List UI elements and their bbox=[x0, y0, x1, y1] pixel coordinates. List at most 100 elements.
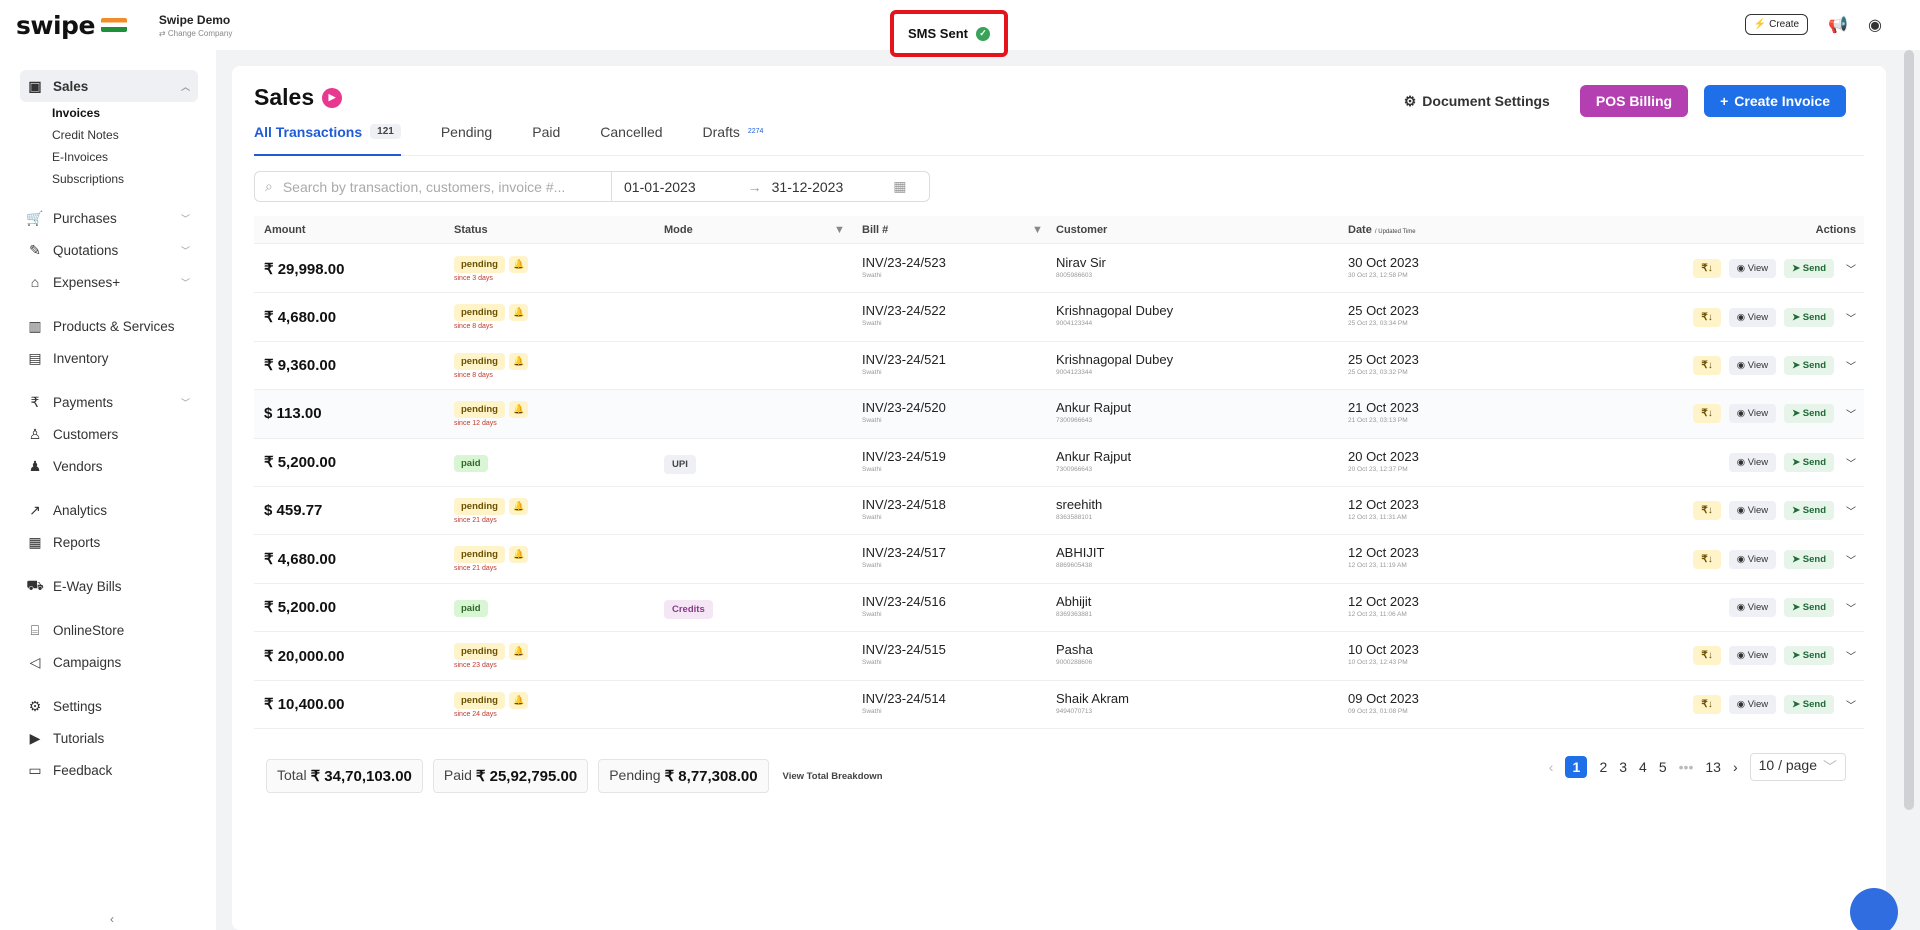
tab-drafts[interactable]: Drafts 2274 bbox=[703, 124, 764, 155]
sidebar-item-payments[interactable]: ₹ Payments ﹀ bbox=[20, 386, 198, 418]
account-icon[interactable]: ◉ bbox=[1868, 15, 1882, 35]
chevron-down-icon[interactable]: ﹀ bbox=[1846, 697, 1856, 712]
bell-icon[interactable]: 🔔 bbox=[508, 497, 529, 515]
chevron-down-icon[interactable]: ﹀ bbox=[1846, 406, 1856, 421]
bill-cell[interactable]: INV/23-24/515 Swathi bbox=[862, 642, 946, 666]
view-button[interactable]: ◉ View bbox=[1728, 355, 1777, 375]
sidebar-item-tutorials[interactable]: ▶ Tutorials bbox=[20, 722, 198, 754]
chevron-down-icon[interactable]: ﹀ bbox=[1846, 310, 1856, 325]
chevron-down-icon[interactable]: ﹀ bbox=[1846, 648, 1856, 663]
sidebar-item-sales[interactable]: ▣ Sales ︿ bbox=[20, 70, 198, 102]
table-row[interactable]: ₹ 4,680.00 pending 🔔 since 8 days INV/23-2… bbox=[254, 293, 1864, 342]
bell-icon[interactable]: 🔔 bbox=[508, 256, 529, 273]
view-button[interactable]: ◉ View bbox=[1728, 501, 1777, 521]
send-button[interactable]: ➤ Send bbox=[1784, 646, 1834, 666]
customer-cell[interactable]: ABHIJIT 8869605438 bbox=[1056, 545, 1104, 569]
bill-cell[interactable]: INV/23-24/519 Swathi bbox=[862, 449, 946, 473]
page-5[interactable]: 5 bbox=[1659, 759, 1667, 775]
bill-cell[interactable]: INV/23-24/521 Swathi bbox=[862, 352, 946, 376]
create-invoice-button[interactable]: + Create Invoice bbox=[1704, 85, 1846, 117]
sidebar-item-purchases[interactable]: 🛒 Purchases ﹀ bbox=[20, 202, 198, 234]
sidebar-item-settings[interactable]: ⚙ Settings bbox=[20, 690, 198, 722]
bill-cell[interactable]: INV/23-24/523 Swathi bbox=[862, 255, 946, 279]
bell-icon[interactable]: 🔔 bbox=[508, 546, 529, 564]
table-row[interactable]: ₹ 20,000.00 pending 🔔 since 23 days INV/23… bbox=[254, 632, 1864, 681]
create-button[interactable]: ⚡ Create bbox=[1744, 14, 1809, 35]
bell-icon[interactable]: 🔔 bbox=[508, 643, 529, 661]
send-button[interactable]: ➤ Send bbox=[1784, 597, 1834, 617]
bell-icon[interactable]: 🔔 bbox=[508, 352, 529, 370]
view-button[interactable]: ◉ View bbox=[1728, 404, 1777, 424]
sidebar-sub-subscriptions[interactable]: Subscriptions bbox=[20, 168, 198, 190]
sidebar-item-products[interactable]: ▥ Products & Services bbox=[20, 310, 198, 342]
customer-cell[interactable]: sreehith 8363588101 bbox=[1056, 497, 1102, 521]
record-payment-button[interactable]: ₹↓ bbox=[1693, 355, 1721, 375]
send-button[interactable]: ➤ Send bbox=[1784, 501, 1834, 521]
customer-cell[interactable]: Ankur Rajput 7300966643 bbox=[1056, 449, 1131, 473]
record-payment-button[interactable]: ₹↓ bbox=[1693, 259, 1721, 279]
send-button[interactable]: ➤ Send bbox=[1784, 307, 1834, 327]
table-row[interactable]: ₹ 9,360.00 pending 🔔 since 8 days INV/23-2… bbox=[254, 342, 1864, 391]
view-button[interactable]: ◉ View bbox=[1728, 452, 1777, 472]
record-payment-button[interactable]: ₹↓ bbox=[1693, 501, 1721, 521]
customer-cell[interactable]: Nirav Sir 8005986603 bbox=[1056, 255, 1106, 279]
search-input[interactable]: ⌕ Search by transaction, customers, invoi… bbox=[254, 171, 612, 202]
chevron-down-icon[interactable]: ﹀ bbox=[1846, 503, 1856, 518]
record-payment-button[interactable]: ₹↓ bbox=[1693, 307, 1721, 327]
chevron-down-icon[interactable]: ﹀ bbox=[1846, 261, 1856, 276]
page-scrollbar[interactable] bbox=[1904, 50, 1914, 810]
sidebar-item-onlinestore[interactable]: ⌸ OnlineStore bbox=[20, 614, 198, 646]
bell-icon[interactable]: 🔔 bbox=[508, 304, 529, 322]
next-page-icon[interactable]: › bbox=[1733, 759, 1738, 775]
tab-cancelled[interactable]: Cancelled bbox=[600, 124, 662, 155]
send-button[interactable]: ➤ Send bbox=[1784, 404, 1834, 424]
sidebar-item-reports[interactable]: ▦ Reports bbox=[20, 526, 198, 558]
date-range-picker[interactable]: 01-01-2023 → 31-12-2023 ▦ bbox=[612, 171, 930, 202]
page-3[interactable]: 3 bbox=[1619, 759, 1627, 775]
company-switcher[interactable]: Swipe Demo ⇄ Change Company bbox=[159, 13, 232, 38]
table-row[interactable]: ₹ 5,200.00 paid Credits INV/23-24/516 Swa… bbox=[254, 584, 1864, 633]
table-row[interactable]: $ 113.00 pending 🔔 since 12 days INV/23-24… bbox=[254, 390, 1864, 439]
tab-all-transactions[interactable]: All Transactions 121 bbox=[254, 124, 401, 156]
view-total-breakdown-link[interactable]: View Total Breakdown bbox=[783, 771, 883, 782]
send-button[interactable]: ➤ Send bbox=[1784, 355, 1834, 375]
page-4[interactable]: 4 bbox=[1639, 759, 1647, 775]
filter-icon[interactable]: ▼ bbox=[834, 224, 845, 236]
view-button[interactable]: ◉ View bbox=[1728, 694, 1777, 714]
swipe-logo[interactable]: swipe bbox=[16, 11, 127, 40]
send-button[interactable]: ➤ Send bbox=[1784, 452, 1834, 472]
table-row[interactable]: $ 459.77 pending 🔔 since 21 days INV/23-24… bbox=[254, 487, 1864, 536]
bell-icon[interactable]: 🔔 bbox=[508, 691, 529, 709]
customer-cell[interactable]: Pasha 9000288606 bbox=[1056, 642, 1093, 666]
view-button[interactable]: ◉ View bbox=[1728, 307, 1777, 327]
view-button[interactable]: ◉ View bbox=[1728, 597, 1777, 617]
table-row[interactable]: ₹ 5,200.00 paid UPI INV/23-24/519 Swathi … bbox=[254, 439, 1864, 487]
customer-cell[interactable]: Shaik Akram 9494070713 bbox=[1056, 691, 1129, 715]
customer-cell[interactable]: Ankur Rajput 7300966643 bbox=[1056, 400, 1131, 424]
sidebar-sub-e-invoices[interactable]: E-Invoices bbox=[20, 146, 198, 168]
sidebar-item-inventory[interactable]: ▤ Inventory bbox=[20, 342, 198, 374]
change-company-link[interactable]: ⇄ Change Company bbox=[159, 29, 232, 38]
page-2[interactable]: 2 bbox=[1599, 759, 1607, 775]
bill-cell[interactable]: INV/23-24/517 Swathi bbox=[862, 545, 946, 569]
prev-page-icon[interactable]: ‹ bbox=[1549, 759, 1554, 775]
chat-support-icon[interactable] bbox=[1850, 888, 1898, 930]
chevron-down-icon[interactable]: ﹀ bbox=[1846, 455, 1856, 470]
sidebar-sub-invoices[interactable]: Invoices bbox=[20, 102, 198, 124]
sidebar-item-campaigns[interactable]: ◁ Campaigns bbox=[20, 646, 198, 678]
customer-cell[interactable]: Krishnagopal Dubey 9004123344 bbox=[1056, 303, 1173, 327]
document-settings-button[interactable]: ⚙ Document Settings bbox=[1404, 93, 1550, 110]
tab-pending[interactable]: Pending bbox=[441, 124, 492, 155]
record-payment-button[interactable]: ₹↓ bbox=[1693, 694, 1721, 714]
tab-paid[interactable]: Paid bbox=[532, 124, 560, 155]
pos-billing-button[interactable]: POS Billing bbox=[1579, 85, 1689, 117]
send-button[interactable]: ➤ Send bbox=[1784, 259, 1834, 279]
table-row[interactable]: ₹ 4,680.00 pending 🔔 since 21 days INV/23-… bbox=[254, 535, 1864, 584]
chevron-down-icon[interactable]: ﹀ bbox=[1846, 600, 1856, 615]
customer-cell[interactable]: Krishnagopal Dubey 9004123344 bbox=[1056, 352, 1173, 376]
sidebar-sub-credit-notes[interactable]: Credit Notes bbox=[20, 124, 198, 146]
table-row[interactable]: ₹ 29,998.00 pending 🔔 since 3 days INV/23-… bbox=[254, 245, 1864, 294]
chevron-down-icon[interactable]: ﹀ bbox=[1846, 358, 1856, 373]
bill-cell[interactable]: INV/23-24/518 Swathi bbox=[862, 497, 946, 521]
view-button[interactable]: ◉ View bbox=[1728, 646, 1777, 666]
